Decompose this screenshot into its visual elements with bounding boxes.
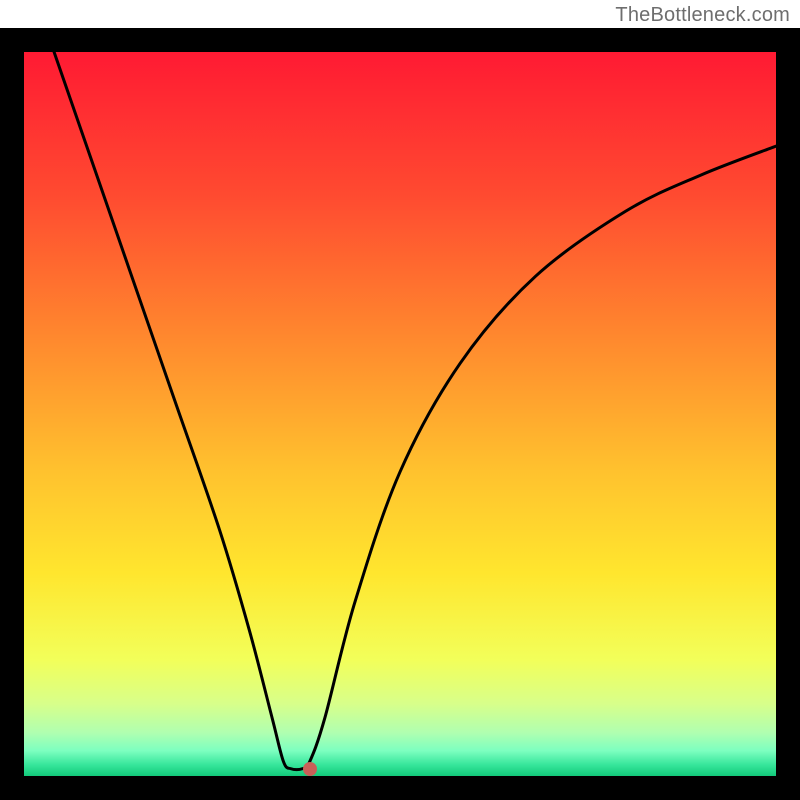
chart-stage: TheBottleneck.com xyxy=(0,0,800,800)
plot-area xyxy=(24,52,776,776)
optimal-point-marker xyxy=(303,762,317,776)
bottleneck-curve xyxy=(24,52,776,776)
watermark-text: TheBottleneck.com xyxy=(615,4,790,27)
